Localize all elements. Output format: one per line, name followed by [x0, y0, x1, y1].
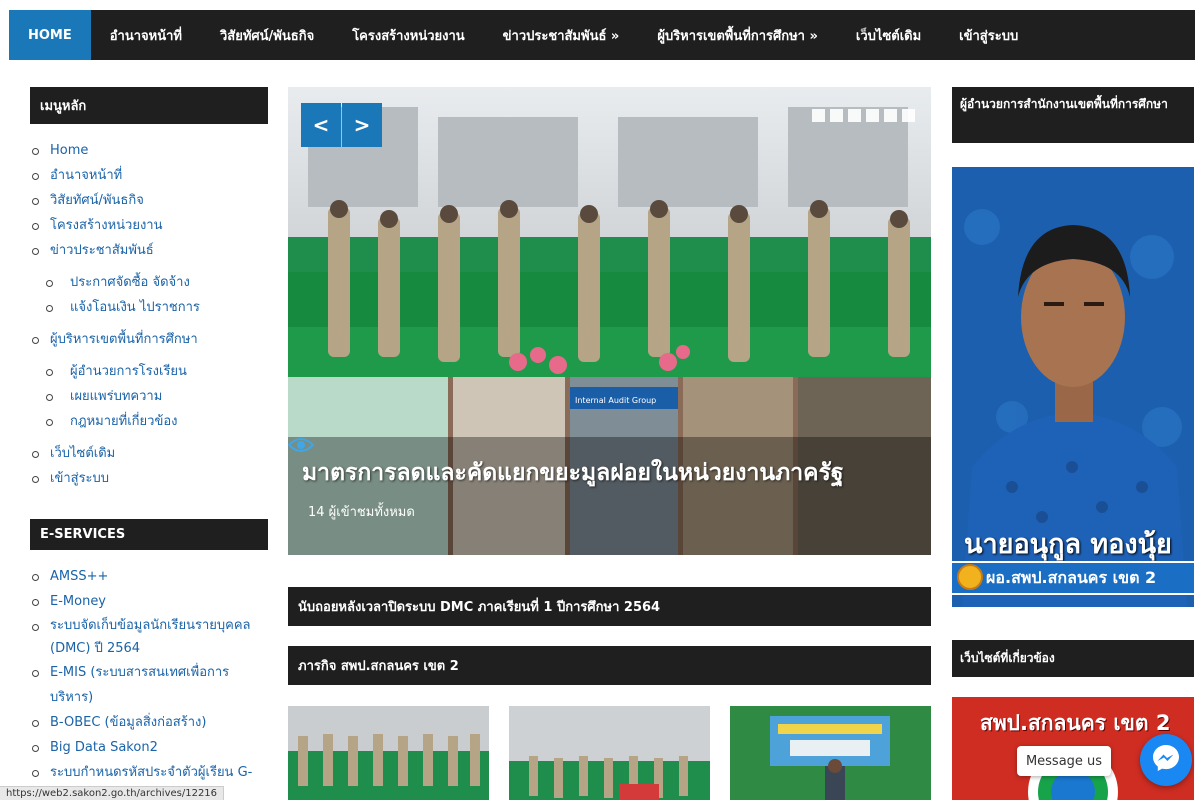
menu-item-school-directors[interactable]: ผู้อำนวยการโรงเรียน	[30, 359, 268, 384]
messenger-button[interactable]	[1140, 734, 1192, 786]
eservices-heading: E-SERVICES	[30, 519, 268, 550]
internal-audit-sign: Internal Audit Group	[575, 396, 656, 405]
menu-item-articles[interactable]: เผยแพร่บทความ	[30, 384, 268, 409]
related-banner-title: สพป.สกลนคร เขต 2	[980, 711, 1171, 735]
director-portrait[interactable]: นายอนุกูล ทองนุ้ย ผอ.สพป.สกลนคร เขต 2	[952, 167, 1194, 607]
menu-item-transfer[interactable]: แจ้งโอนเงิน ไปราชการ	[30, 295, 268, 320]
eservice-bigdata[interactable]: Big Data Sakon2	[30, 735, 268, 760]
slide-title[interactable]: มาตรการลดและคัดแยกขยะมูลฝอยในหน่วยงานภาค…	[302, 455, 917, 491]
menu-item-old-website[interactable]: เว็บไซต์เดิม	[30, 441, 268, 466]
menu-item-vision[interactable]: วิสัยทัศน์/พันธกิจ	[30, 188, 268, 213]
eservice-gcode[interactable]: ระบบกำหนดรหัสประจำตัวผู้เรียน G-	[30, 760, 268, 785]
slider-prev-button[interactable]: <	[301, 103, 341, 147]
slider-next-button[interactable]: >	[342, 103, 382, 147]
director-heading: ผู้อำนวยการสำนักงานเขตพื้นที่การศึกษา	[952, 87, 1194, 143]
top-navigation: HOME อำนาจหน้าที่ วิสัยทัศน์/พันธกิจ โคร…	[9, 10, 1195, 60]
slider-pagination	[812, 109, 915, 122]
menu-item-structure[interactable]: โครงสร้างหน่วยงาน	[30, 213, 268, 238]
menu-item-authority[interactable]: อำนาจหน้าที่	[30, 163, 268, 188]
left-sidebar: เมนูหลัก Home อำนาจหน้าที่ วิสัยทัศน์/พั…	[30, 87, 268, 785]
slider-dot[interactable]	[884, 109, 897, 122]
related-websites-heading: เว็บไซต์ที่เกี่ยวข้อง	[952, 640, 1194, 677]
activities-heading: ภารกิจ สพป.สกลนคร เขต 2	[288, 646, 931, 685]
activity-thumbnail[interactable]	[509, 706, 710, 800]
eservice-dmc[interactable]: ระบบจัดเก็บข้อมูลนักเรียนรายบุคคล (DMC) …	[30, 614, 268, 660]
eservice-amss[interactable]: AMSS++	[30, 564, 268, 589]
activity-thumbnails	[288, 706, 931, 800]
menu-item-executives[interactable]: ผู้บริหารเขตพื้นที่การศึกษา	[30, 327, 268, 352]
nav-executives[interactable]: ผู้บริหารเขตพื้นที่การศึกษา »	[638, 10, 837, 60]
menu-item-laws[interactable]: กฎหมายที่เกี่ยวข้อง	[30, 409, 268, 434]
view-count: 14 ผู้เข้าชมทั้งหมด	[288, 438, 917, 522]
main-menu-list: Home อำนาจหน้าที่ วิสัยทัศน์/พันธกิจ โคร…	[30, 138, 268, 491]
nav-authority[interactable]: อำนาจหน้าที่	[91, 10, 201, 60]
activity-thumbnail[interactable]	[730, 706, 931, 800]
nav-structure[interactable]: โครงสร้างหน่วยงาน	[333, 10, 483, 60]
slide-caption: มาตรการลดและคัดแยกขยะมูลฝอยในหน่วยงานภาค…	[288, 437, 931, 555]
nav-login[interactable]: เข้าสู่ระบบ	[940, 10, 1037, 60]
nav-news[interactable]: ข่าวประชาสัมพันธ์ »	[484, 10, 639, 60]
news-slider[interactable]: Internal Audit Group < > มาตรการลดและคัด…	[288, 87, 931, 555]
activity-thumbnail[interactable]	[288, 706, 489, 800]
eservice-emoney[interactable]: E-Money	[30, 589, 268, 614]
nav-vision[interactable]: วิสัยทัศน์/พันธกิจ	[201, 10, 333, 60]
director-role: ผอ.สพป.สกลนคร เขต 2	[952, 561, 1194, 595]
slider-dot[interactable]	[866, 109, 879, 122]
slider-dot[interactable]	[848, 109, 861, 122]
eservice-bobec[interactable]: B-OBEC (ข้อมูลสิ่งก่อสร้าง)	[30, 710, 268, 735]
nav-home[interactable]: HOME	[9, 10, 91, 60]
view-count-text: 14 ผู้เข้าชมทั้งหมด	[308, 505, 415, 520]
slider-dot[interactable]	[812, 109, 825, 122]
link-status-bar: https://web2.sakon2.go.th/archives/12216	[0, 786, 225, 800]
slider-dot[interactable]	[830, 109, 843, 122]
dmc-countdown-heading[interactable]: นับถอยหลังเวลาปิดระบบ DMC ภาคเรียนที่ 1 …	[288, 587, 931, 626]
eservices-list: AMSS++ E-Money ระบบจัดเก็บข้อมูลนักเรียน…	[30, 564, 268, 785]
messenger-bubble[interactable]: Message us	[1017, 746, 1111, 776]
eservice-emis[interactable]: E-MIS (ระบบสารสนเทศเพื่อการบริหาร)	[30, 660, 268, 710]
slider-dot[interactable]	[902, 109, 915, 122]
right-sidebar: ผู้อำนวยการสำนักงานเขตพื้นที่การศึกษา	[952, 87, 1194, 143]
obec-seal-icon	[957, 564, 983, 590]
director-name: นายอนุกูล ทองนุ้ย	[964, 529, 1172, 560]
nav-old-website[interactable]: เว็บไซต์เดิม	[837, 10, 940, 60]
menu-item-login[interactable]: เข้าสู่ระบบ	[30, 466, 268, 491]
messenger-icon	[1151, 743, 1181, 777]
menu-item-home[interactable]: Home	[30, 138, 268, 163]
main-menu-heading: เมนูหลัก	[30, 87, 268, 124]
menu-item-news[interactable]: ข่าวประชาสัมพันธ์	[30, 238, 268, 263]
menu-item-procurement[interactable]: ประกาศจัดซื้อ จัดจ้าง	[30, 270, 268, 295]
